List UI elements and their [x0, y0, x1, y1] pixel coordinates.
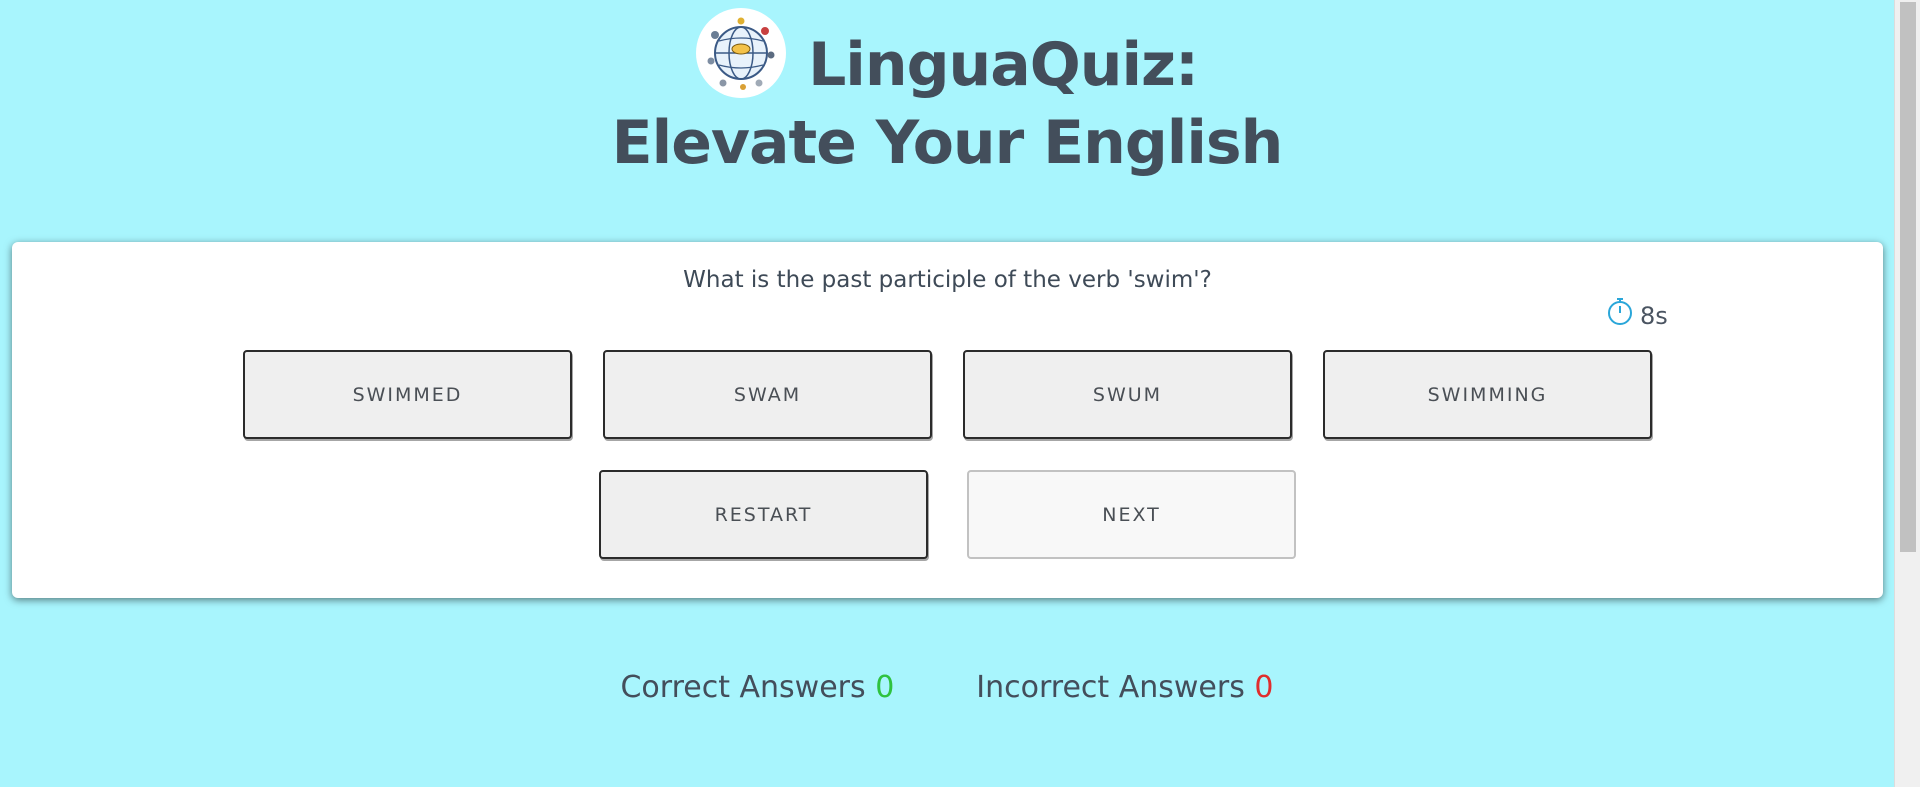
vertical-scrollbar[interactable]	[1894, 0, 1920, 787]
scrollbar-thumb[interactable]	[1900, 2, 1916, 552]
correct-score: Correct Answers 0	[620, 670, 894, 705]
option-button-3[interactable]: SWUM	[963, 350, 1292, 439]
page-title-line1: LinguaQuiz:	[808, 29, 1199, 100]
timer-value: 8s	[1640, 302, 1668, 330]
stopwatch-icon	[1606, 296, 1634, 330]
restart-button[interactable]: RESTART	[599, 470, 928, 559]
incorrect-score: Incorrect Answers 0	[976, 670, 1273, 705]
timer: 8s	[1606, 296, 1668, 330]
incorrect-label: Incorrect Answers	[976, 670, 1245, 705]
page: LinguaQuiz: Elevate Your English What is…	[0, 0, 1920, 787]
correct-label: Correct Answers	[620, 670, 866, 705]
option-button-2[interactable]: SWAM	[603, 350, 932, 439]
option-button-1[interactable]: SWIMMED	[243, 350, 572, 439]
header: LinguaQuiz: Elevate Your English	[0, 0, 1894, 179]
option-button-4[interactable]: SWIMMING	[1323, 350, 1652, 439]
score-panel: Correct Answers 0 Incorrect Answers 0	[0, 670, 1894, 705]
globe-icon	[696, 7, 787, 98]
incorrect-count: 0	[1254, 670, 1274, 705]
next-button[interactable]: NEXT	[967, 470, 1296, 559]
quiz-card: What is the past participle of the verb …	[12, 242, 1883, 598]
page-title-line2: Elevate Your English	[611, 108, 1284, 178]
correct-count: 0	[875, 670, 895, 705]
question-text: What is the past participle of the verb …	[683, 267, 1212, 293]
title-row: LinguaQuiz:	[696, 7, 1199, 107]
